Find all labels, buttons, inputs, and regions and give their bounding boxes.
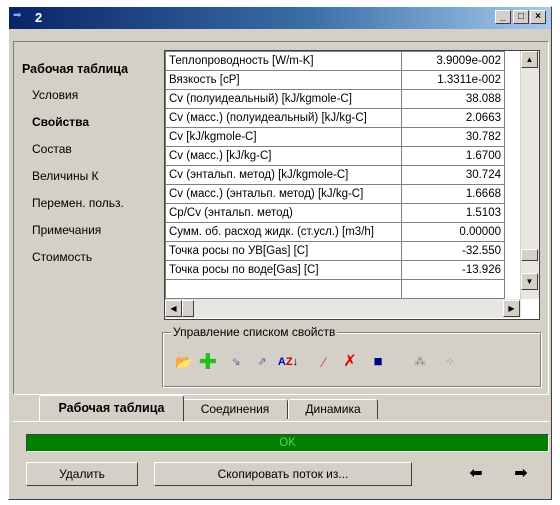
properties-grid[interactable]: Теплопроводность [W/m-K] 3.9009e-002 Вязко…: [164, 50, 540, 320]
property-name: Теплопроводность [W/m-K]: [165, 51, 402, 71]
add-plus-icon[interactable]: ✚: [197, 351, 219, 373]
sort-az-icon[interactable]: AZ↓: [277, 351, 299, 373]
copy-stream-button[interactable]: Скопировать поток из...: [154, 462, 412, 486]
table-row[interactable]: Точка росы по УВ[Gas] [C] -32.550: [165, 241, 505, 261]
tab-dynamics[interactable]: Динамика: [288, 399, 378, 419]
expand-icon[interactable]: ⁂: [409, 351, 431, 373]
table-row[interactable]: Теплопроводность [W/m-K] 3.9009e-002: [165, 51, 505, 71]
sidebar-item-conditions[interactable]: Условия: [32, 88, 78, 102]
table-row[interactable]: Cv (полуидеальный) [kJ/kgmole-C] 38.088: [165, 89, 505, 109]
property-name: Точка росы по воде[Gas] [C]: [165, 260, 402, 280]
sidebar-item-composition[interactable]: Состав: [32, 142, 72, 156]
scroll-left-button[interactable]: ◀: [165, 300, 182, 317]
next-arrow-icon[interactable]: ➡: [510, 465, 532, 483]
property-name: Вязкость [cP]: [165, 70, 402, 90]
property-value[interactable]: 30.782: [401, 127, 505, 147]
scroll-right-button[interactable]: ▶: [503, 300, 520, 317]
delete-x-icon[interactable]: ✗: [339, 351, 361, 373]
sidebar-item-k-values[interactable]: Величины К: [32, 169, 99, 183]
property-name: Cv (масс.) (полуидеальный) [kJ/kg-C]: [165, 108, 402, 128]
property-value[interactable]: 1.6700: [401, 146, 505, 166]
property-name: Cv (масс.) [kJ/kg-C]: [165, 146, 402, 166]
hscroll-thumb[interactable]: [182, 300, 194, 317]
sidebar: Рабочая таблица Условия Свойства Состав …: [14, 42, 159, 392]
minimize-button[interactable]: _: [495, 10, 511, 24]
tab-connections[interactable]: Соединения: [182, 399, 288, 419]
table-row[interactable]: Cv (энтальп. метод) [kJ/kgmole-C] 30.724: [165, 165, 505, 185]
property-list-group: Управление списком свойств 📂 ✚ ⇘ ⇗ AZ↓ ⁄…: [162, 325, 542, 388]
save-disk-icon[interactable]: ■: [367, 351, 389, 373]
tab-divider: [13, 421, 549, 424]
edit-pencil-icon[interactable]: ⁄: [313, 351, 335, 373]
window-title: 2: [35, 10, 43, 25]
property-name: Точка росы по УВ[Gas] [C]: [165, 241, 402, 261]
scroll-thumb[interactable]: [521, 249, 538, 261]
status-bar: OK: [26, 434, 549, 452]
property-value[interactable]: -13.926: [401, 260, 505, 280]
property-name: Cv (энтальп. метод) [kJ/kgmole-C]: [165, 165, 402, 185]
property-name: Сумм. об. расход жидк. (ст.усл.) [m3/h]: [165, 222, 402, 242]
move-up-icon[interactable]: ⇗: [251, 351, 273, 373]
table-row[interactable]: Вязкость [cP] 1.3311e-002: [165, 70, 505, 90]
property-value[interactable]: 1.5103: [401, 203, 505, 223]
delete-button[interactable]: Удалить: [26, 462, 138, 486]
sidebar-item-user-variables[interactable]: Перемен. польз.: [32, 196, 124, 210]
scroll-down-button[interactable]: ▼: [521, 273, 538, 290]
maximize-button[interactable]: □: [513, 10, 529, 24]
sidebar-item-properties[interactable]: Свойства: [32, 115, 89, 129]
property-list-label: Управление списком свойств: [171, 325, 338, 339]
stream-icon: ➡: [13, 10, 22, 21]
properties-table: Теплопроводность [W/m-K] 3.9009e-002 Вязко…: [165, 51, 505, 299]
property-name: [165, 279, 402, 299]
property-name: Cv (полуидеальный) [kJ/kgmole-C]: [165, 89, 402, 109]
table-row[interactable]: Cv (масс.) [kJ/kg-C] 1.6700: [165, 146, 505, 166]
property-value[interactable]: [401, 279, 505, 299]
main-panel: Рабочая таблица Условия Свойства Состав …: [13, 41, 549, 395]
property-name: Cv (масс.) (энтальп. метод) [kJ/kg-C]: [165, 184, 402, 204]
vertical-scrollbar[interactable]: ▲ ▼: [520, 51, 539, 299]
table-row[interactable]: Cv [kJ/kgmole-C] 30.782: [165, 127, 505, 147]
sidebar-item-cost[interactable]: Стоимость: [32, 250, 92, 264]
previous-arrow-icon[interactable]: ⬅: [465, 465, 487, 483]
property-value[interactable]: 30.724: [401, 165, 505, 185]
table-row[interactable]: Cv (масс.) (полуидеальный) [kJ/kg-C] 2.06…: [165, 108, 505, 128]
stream-window: ➡ 2 _ □ × Рабочая таблица Условия Свойст…: [8, 6, 552, 500]
horizontal-scrollbar[interactable]: ◀ ▶: [165, 299, 521, 318]
property-value[interactable]: 1.3311e-002: [401, 70, 505, 90]
property-name: Cv [kJ/kgmole-C]: [165, 127, 402, 147]
close-button[interactable]: ×: [530, 10, 546, 24]
title-bar[interactable]: ➡ 2 _ □ ×: [9, 7, 551, 29]
open-folder-icon[interactable]: 📂: [173, 351, 195, 373]
property-value[interactable]: 38.088: [401, 89, 505, 109]
move-down-icon[interactable]: ⇘: [225, 351, 247, 373]
collapse-icon[interactable]: ⁘: [439, 351, 461, 373]
property-value[interactable]: 3.9009e-002: [401, 51, 505, 71]
property-value[interactable]: 1.6668: [401, 184, 505, 204]
property-name: Cp/Cv (энтальп. метод): [165, 203, 402, 223]
property-value[interactable]: 2.0663: [401, 108, 505, 128]
table-row[interactable]: Cp/Cv (энтальп. метод) 1.5103: [165, 203, 505, 223]
scroll-up-button[interactable]: ▲: [521, 51, 538, 68]
tab-worksheet[interactable]: Рабочая таблица: [39, 395, 184, 421]
property-value[interactable]: 0.00000: [401, 222, 505, 242]
table-row[interactable]: Cv (масс.) (энтальп. метод) [kJ/kg-C] 1.6…: [165, 184, 505, 204]
property-value[interactable]: -32.550: [401, 241, 505, 261]
table-row[interactable]: [165, 279, 505, 299]
table-row[interactable]: Сумм. об. расход жидк. (ст.усл.) [m3/h] 0…: [165, 222, 505, 242]
sidebar-item-notes[interactable]: Примечания: [32, 223, 101, 237]
sidebar-title: Рабочая таблица: [22, 62, 129, 76]
table-row[interactable]: Точка росы по воде[Gas] [C] -13.926: [165, 260, 505, 280]
